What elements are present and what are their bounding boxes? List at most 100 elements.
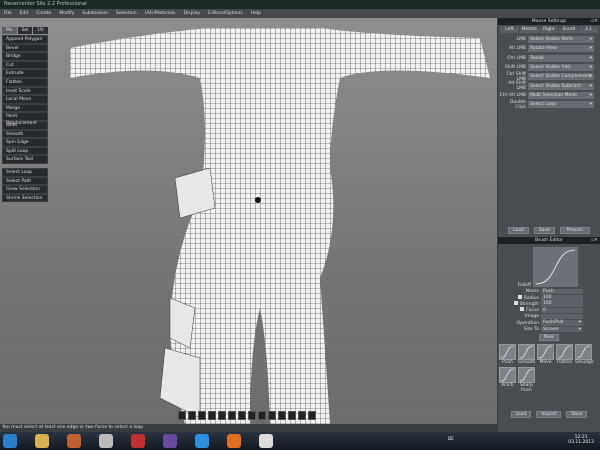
tool-flatten[interactable]: Flatten xyxy=(2,77,48,87)
radius-field[interactable]: 100 xyxy=(541,295,583,301)
strength-field[interactable]: 100 xyxy=(541,301,583,307)
strength-checkbox[interactable] xyxy=(513,301,518,306)
menu-file[interactable]: File xyxy=(4,11,12,16)
brush-thumbnail[interactable] xyxy=(575,344,592,361)
tool-extrude[interactable]: Extrude xyxy=(2,69,48,78)
mouse-action-dropdown[interactable]: Rotate View xyxy=(528,45,594,53)
3d-viewport[interactable] xyxy=(0,18,497,424)
mouse-action-dropdown[interactable]: Tweak xyxy=(528,54,594,62)
operation-dropdown[interactable]: Push/Pull xyxy=(541,320,583,326)
tool-select-path[interactable]: Select Path xyxy=(2,176,48,186)
brush-thumbnail[interactable] xyxy=(518,344,535,361)
viewport-tool-icon[interactable] xyxy=(248,411,256,420)
tab-select[interactable]: Sel xyxy=(17,27,33,34)
viewport-tool-icon[interactable] xyxy=(258,411,266,420)
viewport-tool-icon[interactable] xyxy=(298,411,306,420)
viewport-tool-icon[interactable] xyxy=(268,411,276,420)
viewport-tool-icon[interactable] xyxy=(228,411,236,420)
brush-flatten[interactable]: Flatten xyxy=(556,344,573,365)
taskbar-app-icon[interactable] xyxy=(163,434,177,448)
mouse-action-dropdown[interactable]: Select Visible Verts xyxy=(528,36,594,44)
tool-inset-scale[interactable]: Inset Scale xyxy=(2,86,48,96)
brush-move[interactable]: Move xyxy=(537,344,554,365)
tool-bridge[interactable]: Bridge xyxy=(2,52,48,61)
brush-push[interactable]: Push xyxy=(499,344,516,365)
taskbar-app-icon[interactable] xyxy=(227,434,241,448)
menu-create[interactable]: Create xyxy=(36,11,51,16)
menu-editors[interactable]: Editors/Options xyxy=(208,11,243,16)
viewport-tool-icon[interactable] xyxy=(238,411,246,420)
viewport-tool-icon[interactable] xyxy=(178,411,186,420)
size-to-dropdown[interactable]: Screen xyxy=(541,326,583,333)
tool-smooth[interactable]: Smooth xyxy=(2,129,48,139)
taskbar-app-icon[interactable] xyxy=(35,434,49,448)
brush-pinch[interactable]: Pinch xyxy=(499,367,516,393)
mouse-action-dropdown[interactable]: Select Visible Subtract xyxy=(528,82,594,90)
brush-thumbnail[interactable] xyxy=(556,344,573,361)
menu-help[interactable]: Help xyxy=(251,11,261,16)
presets-dropdown[interactable]: Presets xyxy=(559,227,590,235)
radius-checkbox[interactable] xyxy=(517,294,522,299)
tool-surface-tool[interactable]: Surface Tool xyxy=(2,155,48,164)
viewport-tool-icon[interactable] xyxy=(208,411,216,420)
clock-date[interactable]: 03.11.2013 xyxy=(568,440,594,445)
brush-thumbnail[interactable] xyxy=(537,344,554,361)
menu-modify[interactable]: Modify xyxy=(59,11,74,16)
mouse-tab-scroll[interactable]: Scroll xyxy=(559,27,579,33)
mouse-tab-right[interactable]: Right xyxy=(539,27,559,33)
taskbar-app-icon[interactable] xyxy=(131,434,145,448)
brush-load-button[interactable]: Load xyxy=(510,411,532,419)
brush-sharp-push[interactable]: Sharp Push xyxy=(518,367,535,393)
save-button[interactable]: Save xyxy=(533,227,555,235)
load-button[interactable]: Load xyxy=(508,227,529,235)
image-field[interactable] xyxy=(541,313,583,320)
tool-select-loop[interactable]: Select Loop xyxy=(2,167,48,177)
mouse-tab-left[interactable]: Left xyxy=(500,27,519,33)
mouse-tab-3-1[interactable]: 3.1 xyxy=(579,27,598,33)
brush-thumbnail[interactable] xyxy=(518,367,535,384)
tool-spin-edge[interactable]: Spin Edge xyxy=(2,138,48,147)
viewport-tool-icon[interactable] xyxy=(278,411,286,420)
tool-shrink-selection[interactable]: Shrink Selection xyxy=(2,193,48,203)
viewport-tool-icon[interactable] xyxy=(308,411,316,420)
taskbar-app-icon[interactable] xyxy=(195,434,209,448)
viewport-tool-icon[interactable] xyxy=(288,411,296,420)
mouse-action-dropdown[interactable]: Multi Selection Mode xyxy=(528,91,594,99)
viewport-tool-icon[interactable] xyxy=(218,411,226,420)
tool-split-loop[interactable]: Split Loop xyxy=(2,146,48,156)
taskbar-app-icon[interactable] xyxy=(259,434,273,448)
tab-uv[interactable]: UV xyxy=(33,27,49,34)
mouse-action-dropdown[interactable]: Select Loop xyxy=(528,101,594,109)
taskbar-app-icon[interactable] xyxy=(67,434,81,448)
brush-thumbnail[interactable] xyxy=(499,367,516,384)
close-icon[interactable]: ▫✕ xyxy=(591,18,598,25)
taskbar-app-icon[interactable] xyxy=(99,434,113,448)
taskbar-app-icon[interactable] xyxy=(3,434,17,448)
focus-field[interactable]: 0 xyxy=(541,307,583,314)
focus-checkbox[interactable] xyxy=(520,307,525,312)
tool-append-polygon[interactable]: Append Polygon xyxy=(2,35,48,44)
close-icon[interactable]: ▫✕ xyxy=(591,237,598,244)
tab-modify[interactable]: Mo xyxy=(2,27,17,34)
brush-smudge[interactable]: Smudge xyxy=(575,344,594,365)
brush-thumbnail[interactable] xyxy=(499,344,516,361)
tool-cut[interactable]: Cut xyxy=(2,60,48,70)
name-field[interactable]: Push xyxy=(541,288,583,295)
menu-subdivision[interactable]: Subdivision xyxy=(82,11,108,16)
menu-edit[interactable]: Edit xyxy=(20,11,29,16)
menu-uvs[interactable]: UVs/Materials xyxy=(145,11,176,16)
falloff-curve[interactable] xyxy=(533,247,578,288)
language-indicator[interactable]: DE xyxy=(448,437,454,442)
tool-local-move[interactable]: Local Move xyxy=(2,95,48,104)
mouse-action-dropdown[interactable]: Select Visible Complement xyxy=(528,73,594,81)
tool-grow-selection[interactable]: Grow Selection xyxy=(2,185,48,194)
tool-bevel[interactable]: Bevel xyxy=(2,43,48,53)
brush-smooth[interactable]: Smooth xyxy=(518,344,535,365)
mouse-action-dropdown[interactable]: Select Visible Add xyxy=(528,64,594,72)
brush-save-button[interactable]: Save xyxy=(566,411,588,419)
viewport-tool-icon[interactable] xyxy=(188,411,196,420)
menu-display[interactable]: Display xyxy=(184,11,201,16)
tool-merge[interactable]: Merge xyxy=(2,103,48,113)
menu-selection[interactable]: Selection xyxy=(116,11,137,16)
tool-point-displacement[interactable]: Point Displacement xyxy=(2,112,48,126)
